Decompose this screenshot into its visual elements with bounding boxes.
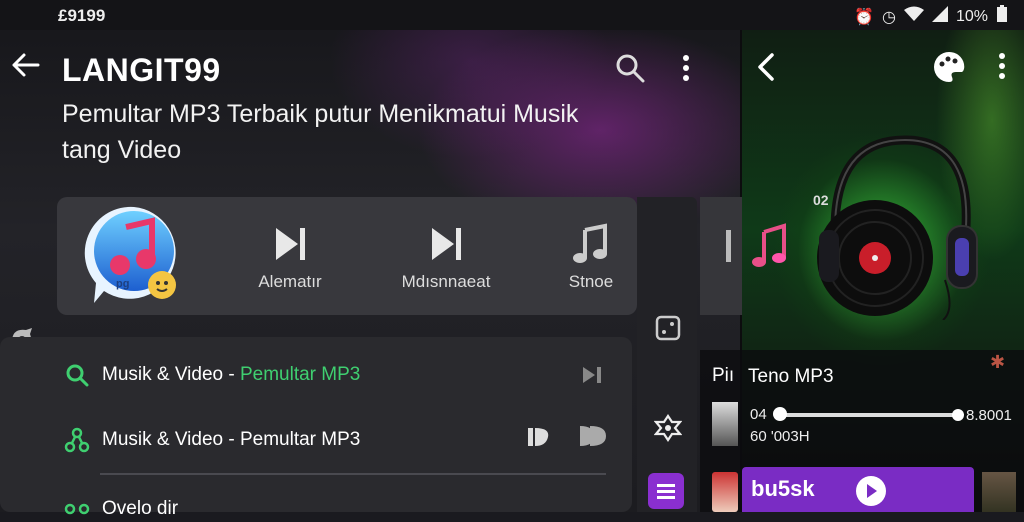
battery-icon: [996, 5, 1008, 28]
list-divider: [100, 473, 606, 475]
list-item-text: Musik & Video - Pemultar MP3: [102, 429, 361, 450]
share-network-icon: [64, 427, 90, 453]
signal-icon: [931, 6, 948, 27]
wifi-icon: [903, 6, 924, 27]
play-icon: [867, 484, 877, 498]
list-item-text: Musik & Video - Pemultar MP3: [102, 364, 360, 386]
settings-icon[interactable]: [654, 414, 682, 442]
menu-button[interactable]: [648, 473, 684, 509]
skip-next-icon[interactable]: [580, 364, 604, 386]
panel-label: Piı: [712, 365, 735, 386]
status-icons: ⏰ ◷ 10%: [854, 5, 1008, 28]
total-time: 8.8001: [966, 407, 1012, 424]
list-item[interactable]: Musik & Video - Pemultar MP3: [64, 362, 360, 388]
control-stnoe[interactable]: Stnoe: [556, 222, 626, 292]
peek-bar: [726, 230, 731, 262]
menu-icon: [657, 484, 675, 499]
palette-icon[interactable]: [932, 50, 966, 84]
peek-card: [700, 197, 742, 315]
bottom-action-label: bu5sk: [751, 476, 815, 501]
control-label: Alematır: [258, 272, 322, 291]
timer-icon: ◷: [882, 8, 896, 26]
skip-next-icon: [276, 228, 305, 260]
control-mdisnnaeat[interactable]: Mdısnnaeat: [398, 222, 494, 292]
seek-bar[interactable]: [772, 407, 964, 421]
battery-text: 10%: [955, 7, 988, 25]
seek-handle[interactable]: [772, 407, 787, 421]
back-arrow-icon[interactable]: [8, 48, 42, 82]
music-note-icon: [752, 223, 786, 267]
status-time: £9199: [58, 6, 106, 25]
list-item-text: Ovelo dir: [102, 498, 179, 519]
app-logo[interactable]: [84, 205, 184, 305]
fast-forward-icon[interactable]: [578, 422, 608, 450]
elapsed-time: 04: [750, 406, 767, 423]
music-note-icon: [573, 223, 607, 263]
status-bar: £9199 ⏰ ◷ 10%: [0, 0, 1024, 30]
album-thumbnail[interactable]: [712, 402, 738, 446]
side-panel: [637, 197, 697, 512]
video-thumbnail[interactable]: [982, 472, 1016, 512]
alarm-icon: ⏰: [854, 8, 874, 26]
headphone-vinyl-artwork: [817, 135, 978, 320]
list-item[interactable]: Musik & Video - Pemultar MP3: [64, 427, 360, 453]
music-play-icon[interactable]: [524, 424, 552, 450]
star-icon[interactable]: ✱: [990, 352, 1005, 373]
back-chevron-icon[interactable]: [754, 50, 778, 84]
track-meta: 60 '003H: [750, 428, 810, 445]
control-label: Stnoe: [568, 272, 614, 291]
search-icon[interactable]: [614, 52, 646, 84]
track-title: Teno MP3: [748, 366, 834, 387]
dice-icon[interactable]: [654, 314, 682, 342]
play-button[interactable]: [856, 476, 886, 506]
more-options-icon[interactable]: [676, 52, 696, 84]
control-alematir[interactable]: Alematır: [250, 222, 330, 292]
share-network-icon: [64, 503, 90, 515]
more-options-icon[interactable]: [994, 50, 1010, 82]
seek-end-handle[interactable]: [952, 409, 964, 421]
app-logo-badge: pg: [116, 278, 130, 290]
app-subtitle: Pemultar MP3 Terbaik putur Menikmatui Mu…: [62, 100, 579, 164]
artist-thumbnail[interactable]: [712, 472, 738, 512]
search-icon: [66, 364, 89, 387]
app-title: LANGIT99: [62, 52, 221, 88]
list-item-highlight: Pemultar MP3: [239, 364, 361, 385]
list-item[interactable]: Ovelo dir: [64, 496, 178, 522]
skip-next-icon: [432, 228, 461, 260]
list-item-prefix: Musik & Video -: [102, 364, 240, 385]
control-label: Mdısnnaeat: [401, 272, 491, 291]
